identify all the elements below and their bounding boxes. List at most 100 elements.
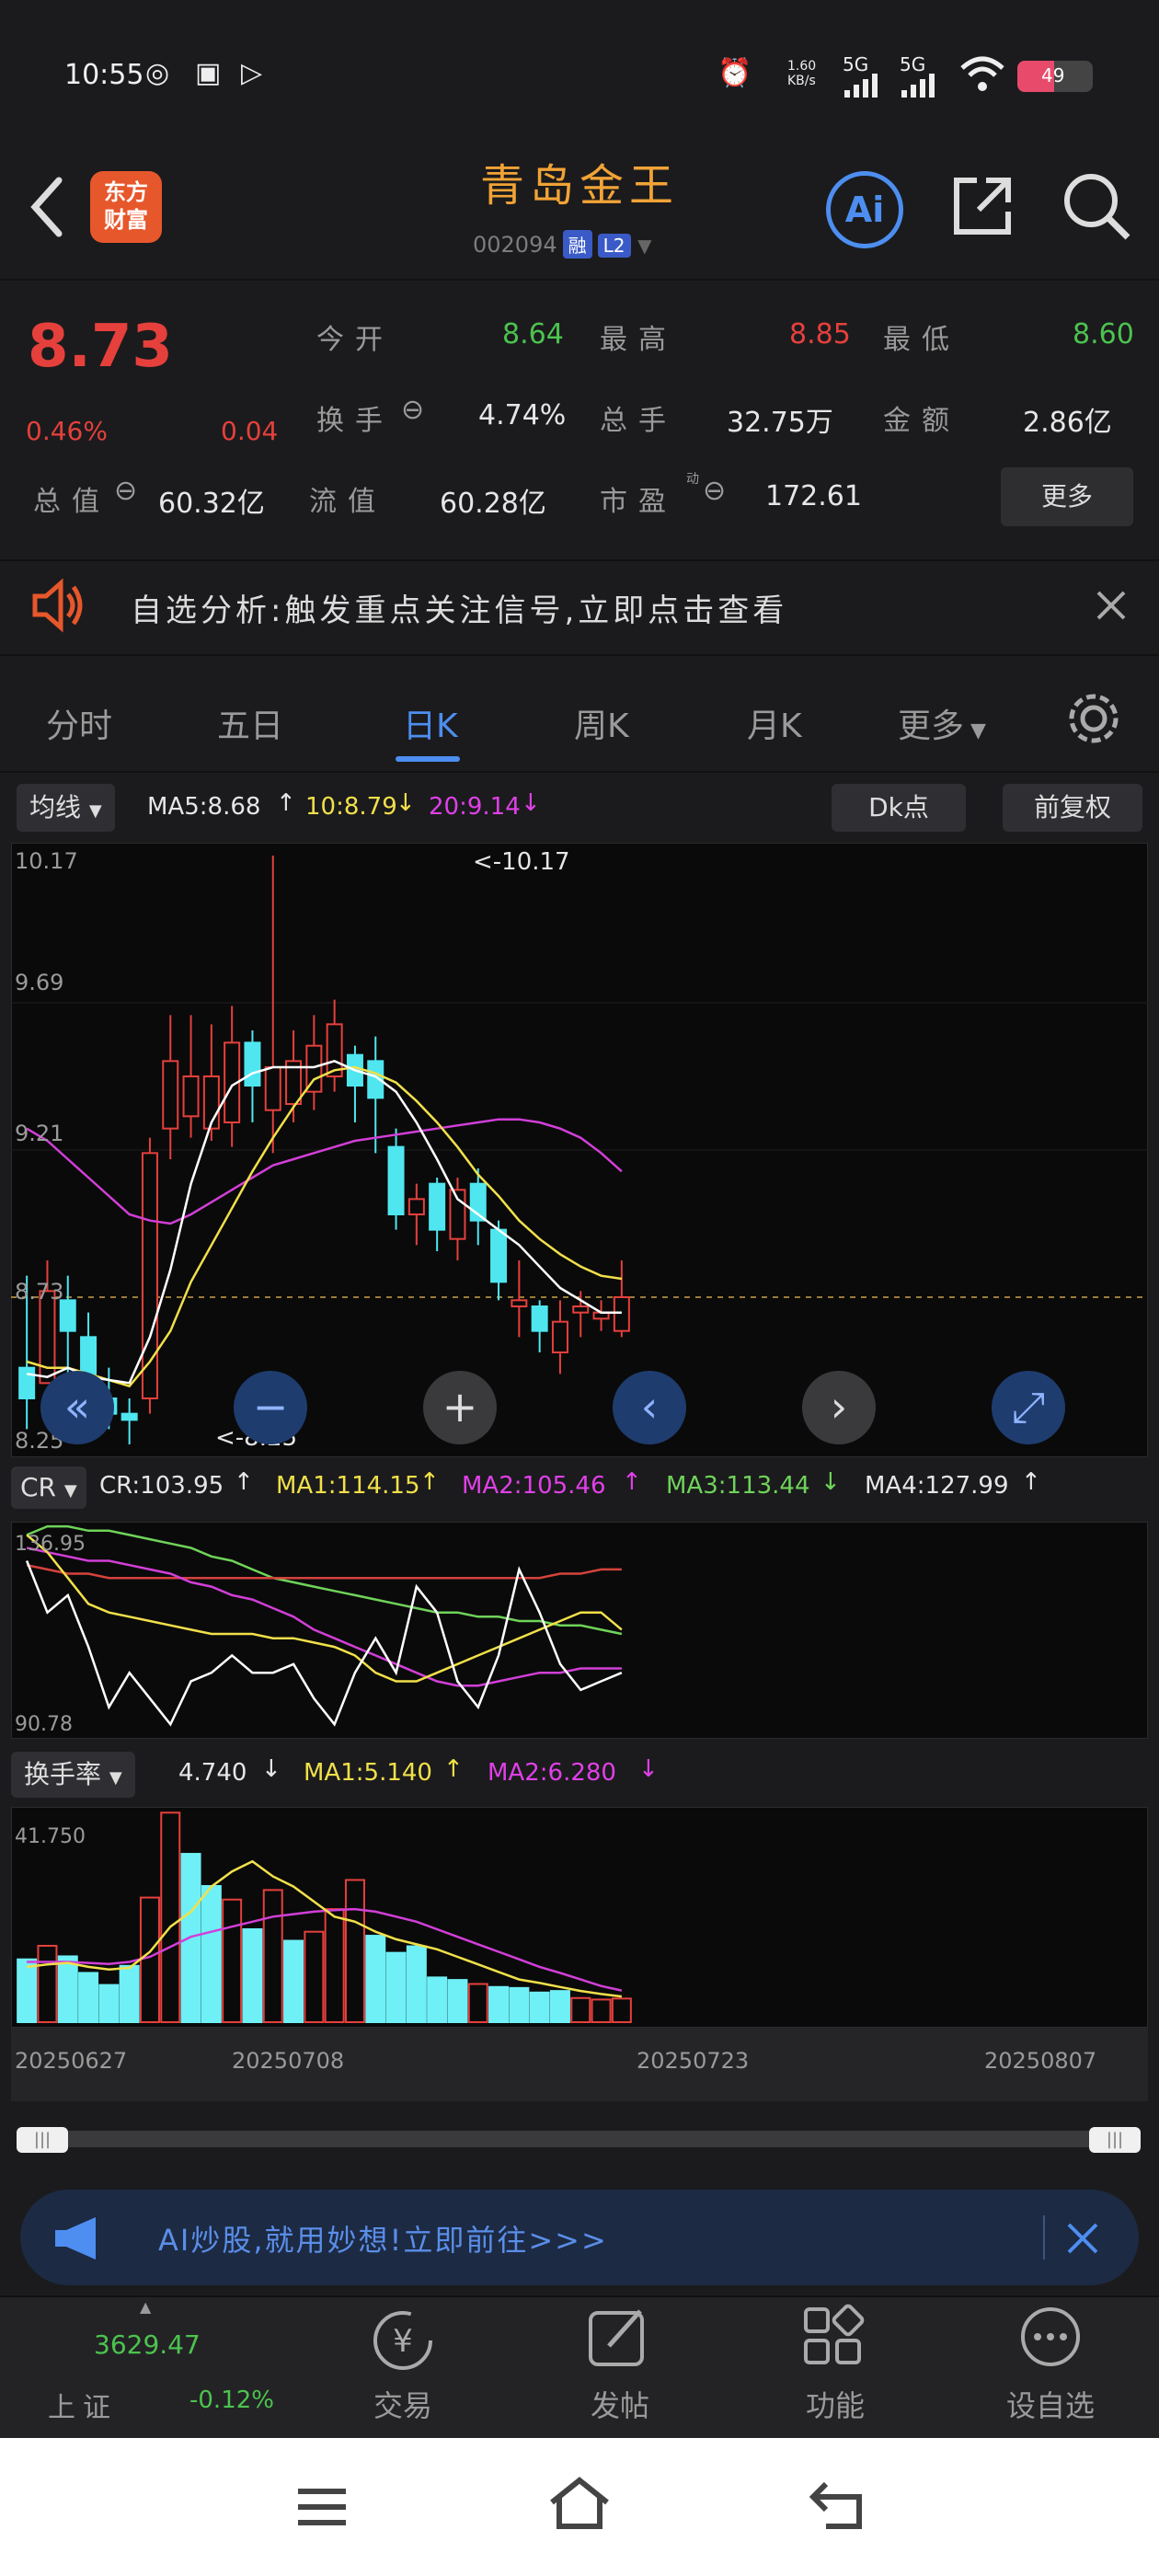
- candle-body: [162, 1060, 179, 1130]
- date-axis: [11, 2028, 1148, 2101]
- cr-ma4-value: MA4:127.99: [865, 1472, 1009, 1500]
- post-edit-icon[interactable]: [585, 2304, 651, 2370]
- turnover-bar: [98, 1984, 120, 2024]
- turnover-bar: [365, 1935, 386, 2023]
- more-dots-icon[interactable]: [1017, 2304, 1084, 2370]
- status-time: 10:55: [64, 59, 144, 91]
- tab-more[interactable]: 更多 ▼: [898, 699, 986, 747]
- tab-weekly-k[interactable]: 周K: [574, 699, 629, 747]
- back-nav-icon[interactable]: [808, 2478, 868, 2532]
- turnover-bar: [262, 1889, 283, 2023]
- amount-label: 金额: [883, 405, 960, 437]
- ma-selector[interactable]: 均线 ▼: [17, 784, 115, 832]
- dk-point-button[interactable]: Dk点: [832, 784, 966, 832]
- date-label: 20250807: [984, 2048, 1097, 2074]
- cr-selector[interactable]: CR ▼: [11, 1466, 86, 1509]
- zoom-in-icon[interactable]: +: [423, 1371, 497, 1444]
- candle-body: [572, 1305, 590, 1314]
- nav-post[interactable]: 发帖: [556, 2383, 684, 2425]
- turnover-ma2-value: MA2:6.280: [488, 1759, 616, 1787]
- margin-tag: 融: [562, 230, 592, 259]
- prev-icon[interactable]: ‹: [613, 1371, 686, 1444]
- signal-bars-icon: [844, 74, 878, 98]
- low-label: 最低: [883, 324, 960, 356]
- nav-add-watchlist[interactable]: 设自选: [986, 2383, 1115, 2425]
- more-quote-button[interactable]: 更多: [1001, 467, 1133, 526]
- tab-daily-k[interactable]: 日K: [403, 699, 458, 747]
- close-icon[interactable]: [1095, 589, 1128, 622]
- info-icon[interactable]: ⊖: [114, 475, 137, 507]
- cr-ma1-line: [26, 1534, 623, 1683]
- range-handle-left[interactable]: |||: [17, 2127, 68, 2153]
- ai-banner-text[interactable]: AI炒股,就用妙想!立即前往>>>: [158, 2217, 608, 2260]
- adjust-price-button[interactable]: 前复权: [1003, 784, 1142, 832]
- tab-intraday[interactable]: 分时: [46, 699, 112, 747]
- index-value[interactable]: 3629.47: [94, 2329, 201, 2360]
- settings-gear-icon[interactable]: [1063, 688, 1124, 749]
- trade-icon[interactable]: ¥: [366, 2304, 440, 2377]
- search-icon[interactable]: [1061, 171, 1131, 241]
- home-icon[interactable]: [546, 2475, 613, 2532]
- turnover-bar: [222, 1898, 243, 2024]
- fullscreen-icon[interactable]: ⤢: [992, 1371, 1065, 1444]
- menu-icon[interactable]: [294, 2484, 350, 2530]
- back-icon[interactable]: [26, 175, 66, 239]
- range-scrollbar[interactable]: [17, 2131, 1141, 2147]
- float-label: 流值: [309, 486, 386, 518]
- tab-five-day[interactable]: 五日: [217, 699, 283, 747]
- volume-label: 总手: [600, 405, 677, 437]
- app-logo: 东方 财富: [90, 171, 162, 243]
- candle-body: [551, 1320, 568, 1354]
- close-icon[interactable]: [1065, 2221, 1100, 2256]
- nav-trade[interactable]: 交易: [339, 2383, 467, 2425]
- candle-body: [244, 1041, 261, 1087]
- scroll-left-fast-icon[interactable]: «: [40, 1371, 114, 1444]
- cr-ma4-line: [26, 1563, 622, 1580]
- turnover-bar: [283, 1939, 304, 2023]
- turnover-bar: [304, 1930, 325, 2023]
- level2-tag: L2: [597, 234, 631, 258]
- ma10-value: 10:8.79: [305, 793, 397, 821]
- cr-up-arrow-icon: ↑: [234, 1468, 254, 1496]
- cr-ma2-up-arrow-icon: ↑: [622, 1468, 642, 1496]
- candle-body: [80, 1336, 98, 1375]
- ma20-down-arrow-icon: ↓: [521, 789, 541, 817]
- info-icon[interactable]: ⊖: [703, 475, 726, 507]
- index-change[interactable]: -0.12%: [189, 2386, 274, 2414]
- battery-icon: 49: [1017, 61, 1093, 92]
- cr-ma4-up-arrow-icon: ↑: [1021, 1468, 1041, 1496]
- turnover-bar: [549, 1990, 570, 2023]
- svg-text:¥: ¥: [393, 2323, 413, 2360]
- turnover-down-arrow-icon: ↓: [261, 1755, 281, 1783]
- candle-body: [120, 1412, 138, 1421]
- turnover-chart: [17, 1811, 632, 2024]
- turnover-bar: [591, 1998, 612, 2024]
- tab-monthly-k[interactable]: 月K: [747, 699, 802, 747]
- divider: [1043, 2215, 1045, 2260]
- ai-button[interactable]: Ai: [826, 171, 903, 248]
- turnover-bar: [242, 1927, 263, 2023]
- status-bar: 10:55 ◎ ▣ ▷ ⏰ 1.60 KB/s 5G 5G 49: [0, 0, 1159, 156]
- zoom-out-icon[interactable]: −: [234, 1371, 307, 1444]
- share-icon[interactable]: [949, 173, 1016, 239]
- info-icon[interactable]: ⊖: [401, 394, 424, 426]
- stock-name[interactable]: 青岛金王: [442, 149, 717, 213]
- turnover-bar: [488, 1985, 510, 2024]
- stock-code-row[interactable]: 002094 融 L2 ▼: [473, 230, 652, 259]
- function-grid-icon[interactable]: [800, 2304, 866, 2370]
- ma5-up-arrow-icon: ↑: [276, 789, 296, 817]
- next-icon[interactable]: ›: [802, 1371, 876, 1444]
- index-name[interactable]: 上证: [48, 2385, 118, 2425]
- turnover-ma2-line: [27, 1907, 623, 1992]
- turnover-selector[interactable]: 换手率 ▼: [11, 1752, 135, 1798]
- mktcap-label: 总值: [33, 486, 110, 518]
- turnover-bar: [467, 1983, 488, 2023]
- volume-value: 32.75万: [727, 407, 833, 439]
- stock-code: 002094: [473, 232, 557, 258]
- ma5-line: [26, 1059, 622, 1385]
- nav-function[interactable]: 功能: [771, 2383, 900, 2425]
- range-handle-right[interactable]: |||: [1089, 2127, 1141, 2153]
- turnover-bar: [160, 1811, 181, 2023]
- alert-text[interactable]: 自选分析:触发重点关注信号,立即点击查看: [131, 585, 787, 630]
- turnover-bar: [119, 1964, 140, 2023]
